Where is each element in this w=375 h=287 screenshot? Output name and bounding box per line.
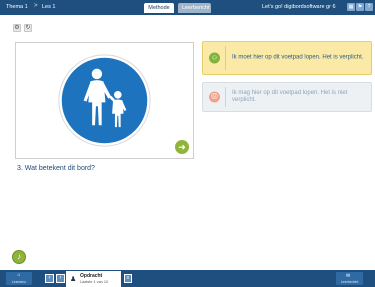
smiley-happy-icon: ☺: [209, 52, 220, 64]
sign-image-panel: [15, 42, 194, 159]
grid-icon[interactable]: ▦: [347, 3, 355, 11]
breadcrumb-les[interactable]: Les 1: [42, 4, 55, 10]
message-icon: ✉: [346, 273, 351, 279]
answer-option-1[interactable]: ☺ Ik moet hier op dit voetpad lopen. Het…: [202, 41, 372, 75]
breadcrumb-separator: >: [34, 3, 38, 9]
next-arrow-icon[interactable]: ➜: [175, 140, 189, 154]
refresh-icon[interactable]: ↻: [24, 24, 32, 32]
flag-icon[interactable]: ⚑: [356, 3, 364, 11]
task-indicator: ♟ Opdracht Laatste 1 van 10: [66, 271, 121, 287]
app-root: Thema 1 > Les 1 Methode Leerbericht Let'…: [0, 0, 375, 287]
tab-leerbericht[interactable]: Leerbericht: [178, 3, 211, 13]
brand-title: Let's go! digibordsoftware gr 6: [262, 4, 336, 10]
answer-option-text: Ik moet hier op dit voetpad lopen. Het i…: [232, 54, 364, 61]
task-subtitle: Laatste 1 van 10: [80, 280, 109, 284]
chevron-right-icon[interactable]: ›: [56, 274, 65, 283]
lesmenu-label: Lesmenu: [11, 280, 27, 284]
option-divider: [225, 46, 226, 70]
chevron-left-icon[interactable]: ‹: [45, 274, 54, 283]
pedestrian-sign-image: [58, 54, 151, 147]
leerbericht-label: Leerbericht: [340, 280, 359, 284]
home-icon: ⌂: [17, 272, 21, 278]
top-bar: Thema 1 > Les 1 Methode Leerbericht Let'…: [0, 0, 375, 15]
help-icon[interactable]: ?: [365, 3, 373, 11]
audio-help-icon[interactable]: ♪: [12, 250, 26, 264]
bottom-bar: ⌂ Lesmenu ‹ › ♟ Opdracht Laatste 1 van 1…: [0, 270, 375, 287]
answer-option-text: Ik mag hier op dit voetpad lopen. Het is…: [232, 90, 348, 103]
people-icon: ♟: [70, 276, 77, 283]
leerbericht-button[interactable]: ✉ Leerbericht: [336, 272, 363, 285]
settings-icon[interactable]: ⚙: [13, 24, 21, 32]
tab-methode[interactable]: Methode: [144, 3, 174, 13]
answer-option-2[interactable]: ☹ Ik mag hier op dit voetpad lopen. Het …: [202, 82, 372, 112]
task-title: Opdracht: [80, 273, 103, 279]
lesmenu-button[interactable]: ⌂ Lesmenu: [6, 272, 32, 285]
option-divider: [225, 87, 226, 107]
page-list-icon[interactable]: ≡: [124, 274, 132, 283]
question-text: 3. Wat betekent dit bord?: [17, 165, 95, 172]
smiley-sad-icon: ☹: [209, 91, 220, 103]
breadcrumb-thema[interactable]: Thema 1: [6, 4, 28, 10]
